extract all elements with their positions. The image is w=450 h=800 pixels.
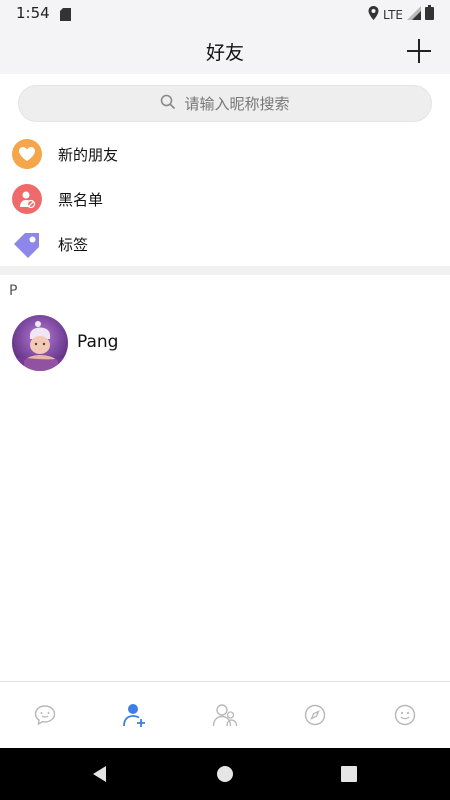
- groups-icon: [212, 704, 238, 727]
- recents-square-icon: [341, 766, 357, 782]
- title-bar: 好友: [0, 26, 450, 74]
- back-button[interactable]: [88, 762, 112, 786]
- friends-add-icon: [123, 704, 145, 727]
- tab-discover[interactable]: [270, 682, 360, 748]
- entry-label-new-friends: 新的朋友: [58, 145, 119, 164]
- status-time: 1:54: [16, 4, 50, 22]
- section-divider: [0, 266, 450, 275]
- sd-card-icon: [60, 6, 71, 25]
- network-type: LTE: [383, 7, 403, 22]
- add-friend-button[interactable]: [406, 38, 432, 64]
- plus-icon: [407, 39, 431, 63]
- blocked-user-icon: [12, 184, 42, 214]
- search-input[interactable]: 请输入昵称搜索: [18, 85, 432, 122]
- system-nav-bar: [0, 748, 450, 800]
- entry-tags[interactable]: 标签: [0, 222, 450, 266]
- tab-groups[interactable]: [180, 682, 270, 748]
- home-button[interactable]: [213, 762, 237, 786]
- search-placeholder: 请输入昵称搜索: [184, 95, 290, 113]
- entry-blacklist[interactable]: 黑名单: [0, 177, 450, 221]
- compass-icon: [304, 704, 326, 726]
- home-circle-icon: [217, 766, 233, 782]
- chat-bubble-icon: [34, 705, 56, 726]
- bottom-tab-bar: [0, 681, 450, 748]
- page-title: 好友: [205, 42, 244, 64]
- location-icon: [368, 5, 379, 24]
- signal-icon: [407, 5, 421, 24]
- tab-me[interactable]: [360, 682, 450, 748]
- heart-icon: [12, 139, 42, 169]
- contact-name: Pang: [77, 332, 119, 352]
- smile-icon: [394, 704, 416, 726]
- contact-row[interactable]: Pang: [0, 312, 450, 374]
- avatar: [12, 315, 68, 371]
- back-triangle-icon: [93, 766, 106, 782]
- status-icons: LTE: [368, 5, 434, 24]
- entry-label-tags: 标签: [58, 235, 89, 254]
- tab-chats[interactable]: [0, 682, 90, 748]
- section-index-letter: P: [9, 283, 18, 299]
- tag-icon: [12, 229, 42, 259]
- entry-label-blacklist: 黑名单: [58, 190, 104, 209]
- recents-button[interactable]: [337, 762, 361, 786]
- search-icon: [160, 94, 176, 114]
- status-bar: 1:54 LTE: [0, 0, 450, 26]
- battery-icon: [425, 5, 434, 24]
- tab-friends[interactable]: [90, 682, 180, 748]
- entry-new-friends[interactable]: 新的朋友: [0, 132, 450, 176]
